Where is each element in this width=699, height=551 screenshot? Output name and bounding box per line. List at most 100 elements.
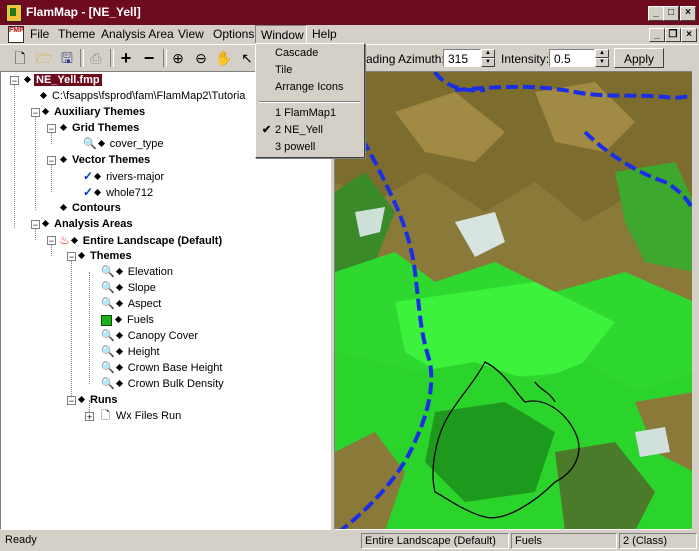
tree-item-project[interactable]: NE_Yell.fmp	[23, 72, 102, 88]
checkmark-icon[interactable]: ✓	[83, 185, 93, 199]
collapse-toggle[interactable]: −	[47, 236, 56, 246]
tree-item-height[interactable]: 🔍 Height	[101, 344, 162, 360]
fuels-map-canvas	[335, 72, 692, 529]
collapse-toggle[interactable]: −	[31, 220, 40, 230]
magnifier-icon[interactable]: 🔍	[101, 362, 115, 374]
intensity-input[interactable]: 0.5	[549, 49, 595, 67]
tree-item-crown-base-height[interactable]: 🔍 Crown Base Height	[101, 360, 224, 376]
tree-item-themes[interactable]: Themes	[77, 248, 134, 264]
tree-item-label: Elevation	[127, 266, 173, 278]
minimize-window-button[interactable]: _	[648, 6, 664, 21]
tree-item-runs[interactable]: Runs	[77, 392, 120, 408]
fire-icon: ♨	[59, 233, 70, 247]
terrain-patch	[635, 427, 670, 457]
menu-view[interactable]: View	[178, 27, 204, 41]
menu-theme[interactable]: Theme	[58, 27, 95, 41]
collapse-toggle[interactable]: −	[31, 108, 40, 118]
pointer-icon[interactable]: ↖	[237, 48, 257, 68]
maximize-window-button[interactable]: □	[663, 6, 679, 21]
tree-item-canopy-cover[interactable]: 🔍 Canopy Cover	[101, 328, 200, 344]
save-icon[interactable]: 🖫	[57, 48, 77, 68]
flammap-app-icon[interactable]	[6, 4, 22, 22]
magnifier-icon[interactable]: 🔍	[101, 298, 115, 310]
tree-item-whole712[interactable]: ✓ whole712	[83, 184, 155, 200]
menu-item-window-2[interactable]: ✔ 2 NE_Yell	[256, 122, 362, 139]
menu-item-window-1[interactable]: 1 FlamMap1	[256, 105, 362, 122]
collapse-toggle[interactable]: −	[10, 76, 19, 86]
close-window-button[interactable]: ×	[680, 6, 696, 21]
menu-item-cascade[interactable]: Cascade	[256, 45, 362, 62]
tree-item-auxiliary-themes[interactable]: Auxiliary Themes	[41, 104, 147, 120]
shading-azimuth-stepper[interactable]: ▲ ▼	[481, 49, 495, 67]
node-bullet-icon	[94, 172, 102, 181]
menu-window[interactable]: Window	[255, 25, 307, 45]
node-bullet-icon	[77, 251, 86, 260]
magnifier-icon[interactable]: 🔍	[101, 346, 115, 358]
tree-item-rivers-major[interactable]: ✓ rivers-major	[83, 168, 166, 184]
stepper-down-icon[interactable]: ▼	[595, 58, 609, 67]
menu-analysis-area[interactable]: Analysis Area	[101, 27, 174, 41]
document-icon[interactable]: FMP	[8, 26, 24, 43]
add-icon[interactable]: +	[116, 48, 136, 68]
zoom-out-icon[interactable]: ⊖	[191, 48, 211, 68]
open-folder-icon[interactable]: 🗁	[34, 48, 54, 68]
zoom-in-icon[interactable]: ⊕	[168, 48, 188, 68]
node-bullet-icon	[94, 188, 102, 197]
node-bullet-icon	[114, 315, 123, 324]
magnifier-icon[interactable]: 🔍	[83, 138, 97, 150]
tree-item-vector-themes[interactable]: Vector Themes	[59, 152, 152, 168]
tree-item-crown-bulk-density[interactable]: 🔍 Crown Bulk Density	[101, 376, 226, 392]
collapse-toggle[interactable]: −	[47, 124, 56, 134]
window-dropdown-menu: Cascade Tile Arrange Icons 1 FlamMap1 ✔ …	[255, 43, 365, 158]
status-theme: Fuels	[511, 533, 617, 549]
shading-azimuth-input[interactable]: 315	[443, 49, 481, 67]
intensity-stepper[interactable]: ▲ ▼	[595, 49, 609, 67]
magnifier-icon[interactable]: 🔍	[101, 330, 115, 342]
tree-item-contours[interactable]: Contours	[59, 200, 123, 216]
tree-item-label: Contours	[72, 202, 121, 214]
node-bullet-icon	[115, 299, 123, 308]
menu-item-tile[interactable]: Tile	[256, 62, 362, 79]
tree-item-slope[interactable]: 🔍 Slope	[101, 280, 158, 296]
fuels-legend-swatch[interactable]	[101, 314, 112, 326]
print-icon[interactable]: ⎙	[86, 48, 106, 68]
tree-item-aspect[interactable]: 🔍 Aspect	[101, 296, 163, 312]
magnifier-icon[interactable]: 🔍	[101, 282, 115, 294]
magnifier-icon[interactable]: 🔍	[101, 266, 115, 278]
stepper-up-icon[interactable]: ▲	[481, 49, 495, 58]
menu-help[interactable]: Help	[312, 27, 337, 41]
collapse-toggle[interactable]: −	[67, 396, 76, 406]
tree-item-analysis-areas[interactable]: Analysis Areas	[41, 216, 134, 232]
expand-toggle[interactable]: +	[85, 412, 94, 422]
apply-button[interactable]: Apply	[614, 48, 664, 68]
checkmark-icon: ✔	[262, 124, 272, 136]
tree-item-entire-landscape[interactable]: ♨ Entire Landscape (Default)	[59, 232, 224, 248]
mdi-minimize-button[interactable]: _	[649, 28, 665, 42]
mdi-close-button[interactable]: ×	[681, 28, 697, 42]
tree-item-label: Wx Files Run	[115, 410, 182, 422]
remove-icon[interactable]: −	[139, 48, 159, 68]
menu-item-window-3[interactable]: 3 powell	[256, 139, 362, 156]
mdi-restore-button[interactable]: ❐	[665, 28, 681, 42]
tree-item-wx-files-run[interactable]: 🗋 Wx Files Run	[101, 408, 183, 424]
tree-item-fuels[interactable]: Fuels	[101, 312, 156, 328]
map-vertical-scrollbar[interactable]	[692, 71, 699, 530]
stepper-up-icon[interactable]: ▲	[595, 49, 609, 58]
menu-options[interactable]: Options	[213, 27, 254, 41]
tree-item-cover-type[interactable]: 🔍 cover_type	[83, 136, 166, 152]
tree-item-elevation[interactable]: 🔍 Elevation	[101, 264, 175, 280]
tree-item-grid-themes[interactable]: Grid Themes	[59, 120, 141, 136]
pan-hand-icon[interactable]: ✋	[214, 48, 234, 68]
tree-item-label: Auxiliary Themes	[54, 106, 146, 118]
new-file-icon[interactable]: 🗋	[10, 48, 30, 68]
checkmark-icon[interactable]: ✓	[83, 169, 93, 183]
collapse-toggle[interactable]: −	[67, 252, 76, 262]
menu-file[interactable]: File	[30, 27, 49, 41]
collapse-toggle[interactable]: −	[47, 156, 56, 166]
stepper-down-icon[interactable]: ▼	[481, 58, 495, 67]
menu-item-arrange-icons[interactable]: Arrange Icons	[256, 79, 362, 96]
tree-item-path[interactable]: C:\fsapps\fsprod\fam\FlamMap2\Tutoria	[39, 88, 247, 104]
tree-item-label: Crown Base Height	[127, 362, 223, 374]
landscape-map[interactable]	[334, 71, 693, 530]
magnifier-icon[interactable]: 🔍	[101, 378, 115, 390]
